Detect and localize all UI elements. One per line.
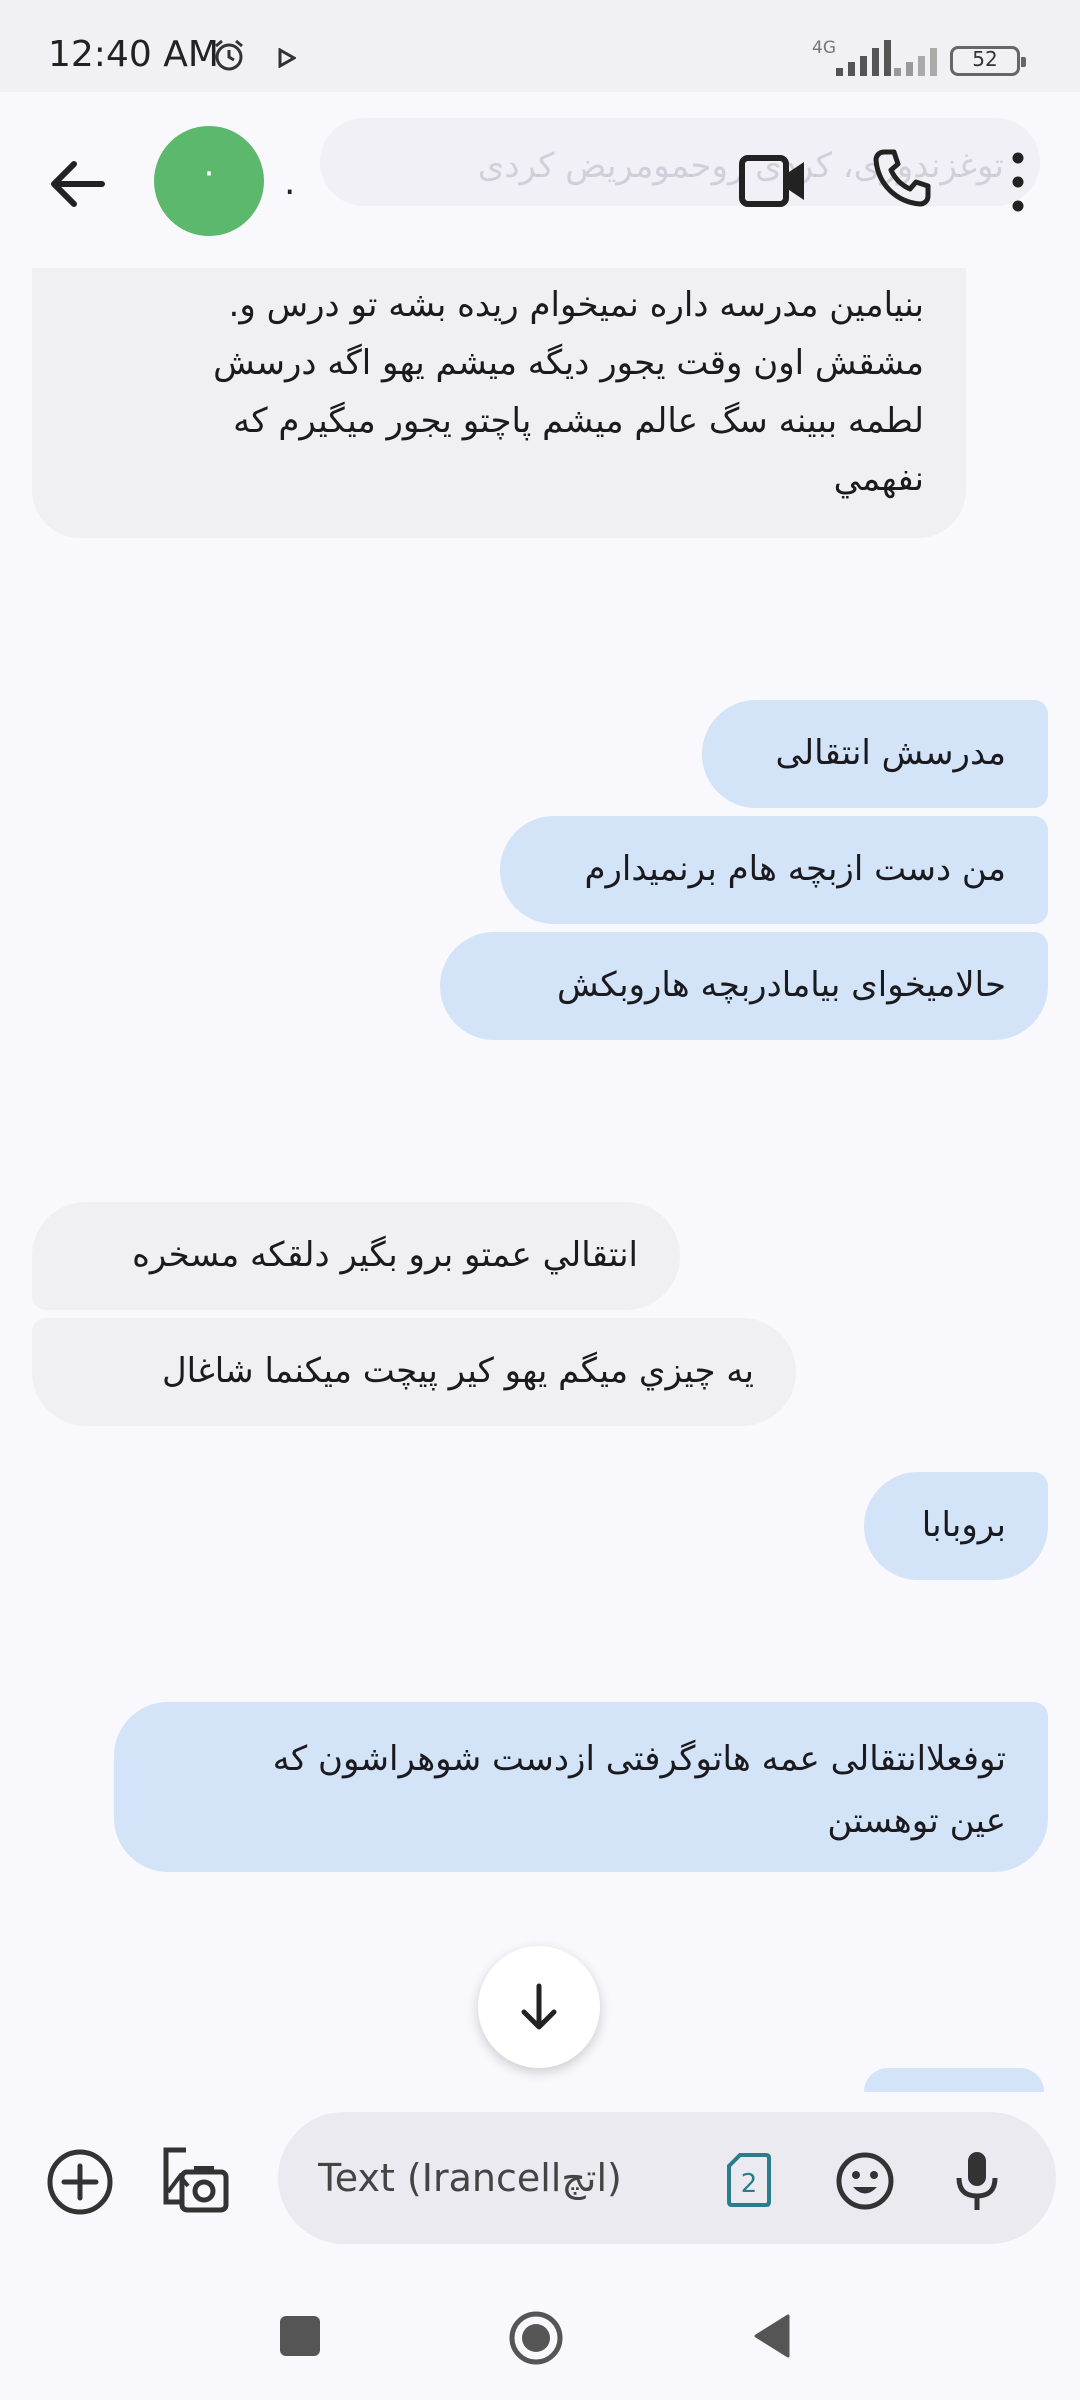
phone-call-icon[interactable]: [870, 146, 934, 210]
message-text-input[interactable]: [316, 2152, 740, 2204]
message-bubble-outgoing[interactable]: مدرسش انتقالی: [702, 700, 1048, 808]
message-bubble-incoming[interactable]: يه چيزي ميگم يهو کير پيچت ميکنما شاغال: [32, 1318, 796, 1426]
signal-strength-icon-sim2: [894, 48, 937, 76]
scroll-to-bottom-button[interactable]: [478, 1946, 600, 2068]
battery-level: 52: [972, 47, 998, 71]
alarm-icon: [215, 39, 243, 71]
status-bar: 12:40 AM 4G 52: [0, 0, 1080, 92]
emoji-icon[interactable]: [836, 2152, 894, 2210]
add-attachment-icon[interactable]: [46, 2148, 114, 2216]
message-bubble-incoming[interactable]: انتقالي عمتو برو بگير دلقکه مسخره: [32, 1202, 680, 1310]
message-bubble-incoming[interactable]: بنیامین مدرسه داره نمیخوام ریده بشه تو د…: [32, 268, 966, 538]
contact-name[interactable]: .: [284, 162, 295, 203]
contact-avatar[interactable]: ·: [154, 126, 264, 236]
video-call-icon[interactable]: [738, 152, 808, 210]
message-bubble-outgoing[interactable]: توفعلاانتقالی عمه هاتوگرفتی ازدست شوهراش…: [114, 1702, 1048, 1872]
home-button-icon[interactable]: [508, 2310, 564, 2366]
signal-strength-icon: [836, 40, 891, 76]
back-arrow-icon[interactable]: [42, 150, 114, 218]
system-navigation-bar: [0, 2272, 1080, 2400]
message-bubble-outgoing[interactable]: من دست ازبچه هام برنمیدارم: [500, 816, 1048, 924]
conversation-header: توغزندوری، کردی روحمومریض کردی · .: [0, 92, 1080, 268]
avatar-initial: ·: [203, 154, 215, 194]
sim-card-icon[interactable]: 2: [726, 2152, 772, 2208]
message-bubble-outgoing[interactable]: بروبابا: [864, 1472, 1048, 1580]
message-bubble-partial: [864, 2068, 1044, 2092]
arrow-down-icon: [521, 1983, 557, 2030]
gallery-camera-icon[interactable]: [160, 2146, 230, 2216]
sim-slot-number: 2: [741, 2169, 758, 2199]
message-bubble-outgoing[interactable]: حالامیخوای بیامادربچه هاروبکش: [440, 932, 1048, 1040]
message-input-container[interactable]: 2: [278, 2112, 1056, 2244]
recents-button[interactable]: [280, 2316, 320, 2356]
back-triangle-icon[interactable]: [752, 2312, 792, 2360]
more-options-icon[interactable]: [1000, 148, 1036, 216]
battery-icon: 52: [950, 46, 1026, 76]
microphone-icon[interactable]: [954, 2150, 1000, 2212]
media-play-icon: [278, 48, 296, 68]
compose-bar: 2: [0, 2092, 1080, 2272]
status-time: 12:40 AM: [48, 34, 219, 75]
